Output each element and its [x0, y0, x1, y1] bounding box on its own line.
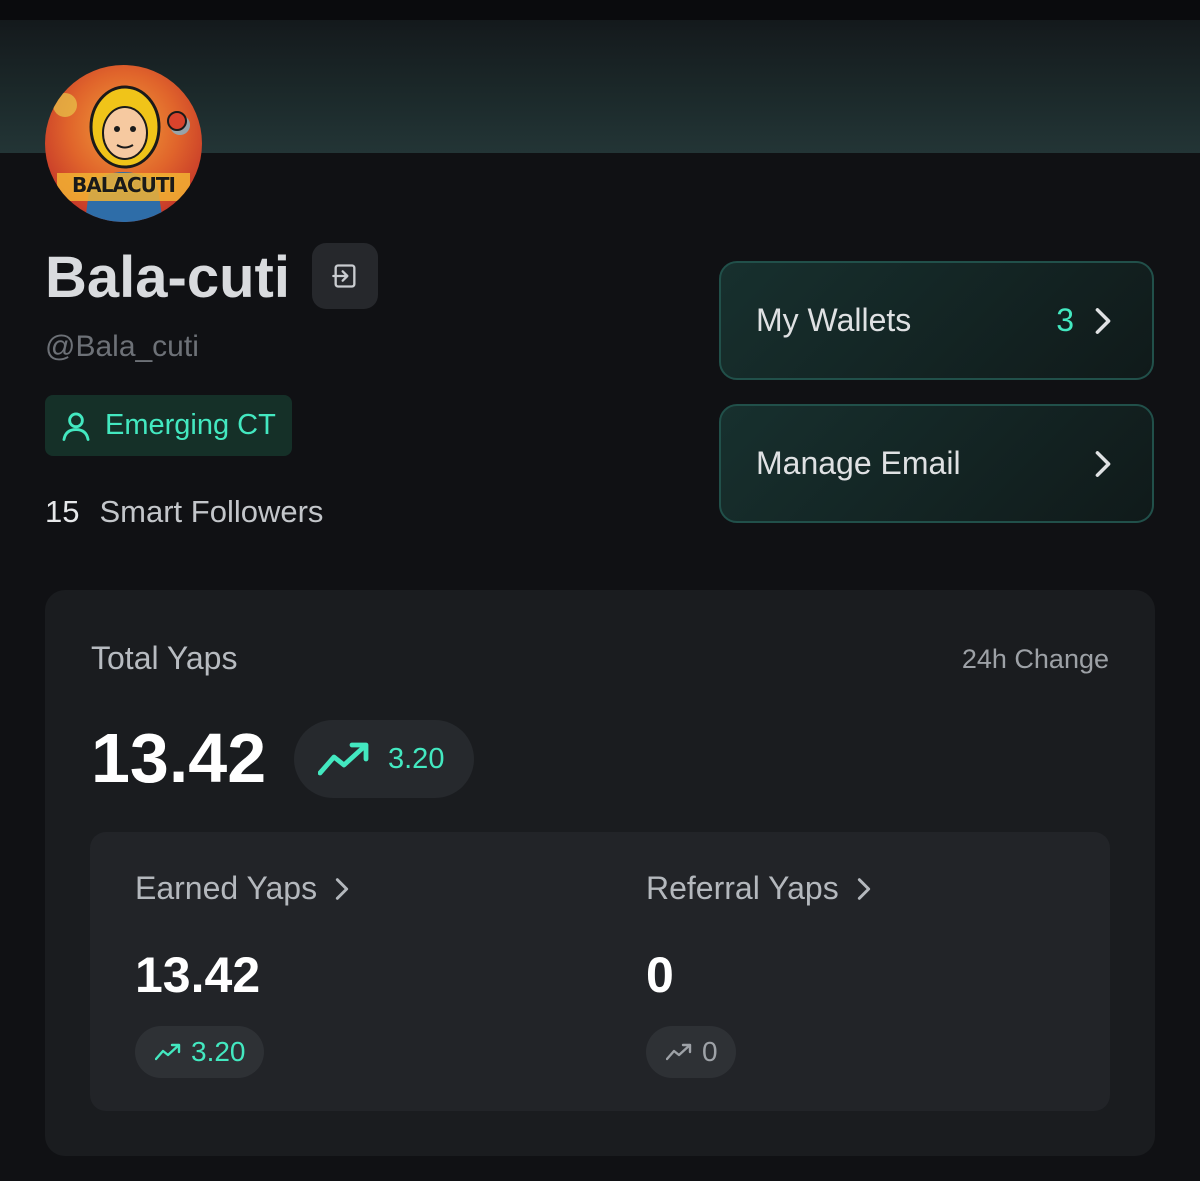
smart-followers[interactable]: 15 Smart Followers [45, 492, 323, 532]
avatar-artwork [53, 85, 190, 222]
chevron-right-icon [1095, 450, 1111, 477]
user-icon [62, 412, 90, 441]
wallets-count: 3 [1056, 302, 1074, 338]
manage-email-label: Manage Email [756, 445, 961, 481]
yaps-card: Total Yaps 24h Change 13.42 3.20 Earned … [45, 590, 1155, 1156]
profile-name: Bala-cuti [45, 245, 290, 310]
manage-email-button[interactable]: Manage Email [719, 404, 1154, 523]
referral-change-value: 0 [702, 1036, 718, 1067]
top-strip [0, 0, 1200, 20]
referral-change-pill: 0 [646, 1026, 736, 1078]
avatar: BALACUTI [45, 65, 202, 222]
referral-yaps-header[interactable]: Referral Yaps [646, 870, 871, 907]
earned-change-value: 3.20 [191, 1036, 246, 1067]
referral-yaps-value: 0 [646, 947, 674, 1003]
my-wallets-button[interactable]: My Wallets 3 [719, 261, 1154, 380]
tier-label: Emerging CT [105, 409, 276, 441]
chevron-right-icon [1095, 307, 1111, 334]
total-yaps-label: Total Yaps [91, 640, 238, 676]
trending-up-icon [155, 1043, 181, 1061]
total-yaps-value: 13.42 [91, 719, 267, 797]
total-change-value: 3.20 [388, 742, 445, 775]
earned-change-pill: 3.20 [135, 1026, 264, 1078]
profile-handle: @Bala_cuti [45, 330, 199, 363]
yaps-breakdown: Earned Yaps 13.42 3.20 Referral Yaps 0 0 [90, 832, 1110, 1111]
referral-yaps-label: Referral Yaps [646, 870, 839, 906]
smart-followers-label: Smart Followers [99, 494, 324, 529]
logout-icon [332, 264, 356, 288]
total-change-pill: 3.20 [294, 720, 474, 798]
earned-yaps-label: Earned Yaps [135, 870, 318, 906]
smart-followers-count: 15 [45, 494, 80, 529]
chevron-right-icon [857, 877, 870, 900]
earned-yaps-value: 13.42 [135, 947, 261, 1003]
trending-up-icon [318, 742, 369, 776]
trending-up-icon [666, 1043, 692, 1061]
avatar-text: BALACUTI [72, 173, 176, 197]
earned-yaps-header[interactable]: Earned Yaps [135, 870, 349, 907]
change-24h-label: 24h Change [961, 644, 1109, 674]
chevron-right-icon [335, 877, 349, 900]
profile-page: BALACUTI Bala-cuti @Bala_cuti Emerging C… [0, 0, 1200, 1181]
tier-badge: Emerging CT [45, 395, 292, 456]
logout-button[interactable] [312, 243, 378, 309]
my-wallets-label: My Wallets [756, 302, 912, 338]
